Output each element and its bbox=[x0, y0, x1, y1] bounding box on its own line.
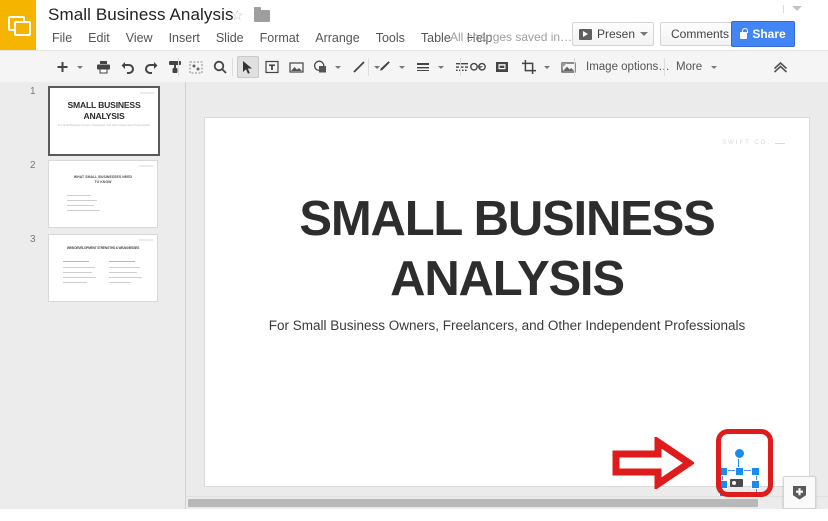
fill-color-dropdown[interactable] bbox=[399, 65, 405, 69]
toolbar-divider bbox=[232, 58, 233, 76]
thumb-title: WEB DEVELOPMENT STRENGTHS & WEAKNESSES bbox=[66, 246, 140, 250]
slide-watermark: SWIFT CO. bbox=[722, 140, 785, 146]
filmstrip-slide-2[interactable]: 2 WHAT SMALL BUSINESSES NEED TO KNOW bbox=[0, 160, 185, 232]
toolbar-divider bbox=[178, 58, 179, 76]
menu-format[interactable]: Format bbox=[252, 29, 308, 47]
more-dropdown[interactable] bbox=[711, 65, 718, 69]
new-slide-dropdown[interactable] bbox=[77, 65, 83, 69]
redo-button[interactable] bbox=[140, 56, 162, 78]
shape-button[interactable] bbox=[309, 56, 331, 78]
menu-view[interactable]: View bbox=[118, 29, 161, 47]
slide-thumbnail-1[interactable]: SMALL BUSINESS ANALYSIS For Small Busine… bbox=[48, 86, 160, 156]
print-button[interactable] bbox=[92, 56, 114, 78]
toolbar-group-insert bbox=[236, 51, 383, 83]
line-button[interactable] bbox=[348, 56, 370, 78]
menu-edit[interactable]: Edit bbox=[80, 29, 118, 47]
thumb-subtitle: For Small Business Owners, Freelancers, … bbox=[58, 124, 150, 127]
chevron-down-icon[interactable] bbox=[792, 6, 802, 11]
horizontal-scrollbar[interactable] bbox=[186, 496, 828, 509]
paint-format-button[interactable] bbox=[164, 56, 186, 78]
border-weight-button[interactable] bbox=[412, 56, 434, 78]
watermark-rule bbox=[775, 142, 785, 144]
menu-file[interactable]: File bbox=[48, 29, 80, 47]
menu-arrange[interactable]: Arrange bbox=[307, 29, 367, 47]
toolbar-divider bbox=[574, 58, 575, 76]
present-dropdown-button[interactable] bbox=[635, 22, 654, 46]
header-bar: Small Business Analysis ☆ File Edit View… bbox=[0, 0, 828, 50]
thumb-watermark bbox=[139, 239, 153, 241]
horizontal-scrollbar-thumb[interactable] bbox=[188, 499, 758, 507]
explore-button[interactable]: ✚ bbox=[783, 476, 816, 509]
undo-button[interactable] bbox=[116, 56, 138, 78]
thumb-title: WHAT SMALL BUSINESSES NEED TO KNOW bbox=[73, 175, 133, 184]
fill-color-button[interactable] bbox=[373, 56, 395, 78]
red-arrow-right-icon bbox=[612, 435, 696, 491]
insert-comment-button[interactable] bbox=[491, 56, 513, 78]
current-slide[interactable]: SWIFT CO. SMALL BUSINESS ANALYSIS For Sm… bbox=[205, 118, 809, 502]
slide-thumbnail-3[interactable]: WEB DEVELOPMENT STRENGTHS & WEAKNESSES bbox=[48, 234, 158, 302]
text-box-button[interactable] bbox=[261, 56, 283, 78]
slide-number: 1 bbox=[30, 86, 36, 97]
header-divider bbox=[783, 5, 784, 13]
present-play-icon bbox=[579, 28, 592, 40]
shape-dropdown[interactable] bbox=[335, 65, 341, 69]
toolbar-group-more: More bbox=[670, 51, 720, 83]
toolbar-group-view bbox=[184, 51, 232, 83]
share-button[interactable]: Share bbox=[731, 21, 795, 47]
select-tool-button[interactable] bbox=[237, 56, 259, 78]
toolbar-divider bbox=[664, 58, 665, 76]
image-options-button[interactable]: Image options… bbox=[580, 61, 676, 73]
vertical-scrollbar[interactable] bbox=[818, 82, 828, 502]
thumb-watermark bbox=[139, 165, 153, 167]
crop-dropdown[interactable] bbox=[544, 65, 550, 69]
slide-number: 2 bbox=[30, 160, 36, 171]
present-label: Present bbox=[597, 27, 639, 41]
google-slides-window: Small Business Analysis ☆ File Edit View… bbox=[0, 0, 828, 521]
red-rounded-rect-highlight bbox=[716, 429, 773, 497]
toolbar-group-edit bbox=[50, 51, 187, 83]
slide-title[interactable]: SMALL BUSINESS ANALYSIS bbox=[245, 190, 769, 310]
slides-logo-icon[interactable] bbox=[0, 0, 36, 50]
toolbar-divider bbox=[368, 58, 369, 76]
chevron-down-icon bbox=[640, 32, 648, 36]
crop-button[interactable] bbox=[518, 56, 540, 78]
toolbar-divider bbox=[460, 58, 461, 76]
comments-button[interactable]: Comments bbox=[660, 22, 741, 46]
slide-subtitle[interactable]: For Small Business Owners, Freelancers, … bbox=[245, 318, 769, 333]
menu-bar: File Edit View Insert Slide Format Arran… bbox=[48, 28, 501, 48]
explore-icon: ✚ bbox=[793, 485, 806, 500]
toolbar: Image options… More bbox=[0, 50, 828, 84]
menu-insert[interactable]: Insert bbox=[161, 29, 208, 47]
filmstrip-slide-3[interactable]: 3 WEB DEVELOPMENT STRENGTHS & WEAKNESSES bbox=[0, 234, 185, 306]
share-label: Share bbox=[752, 27, 786, 41]
thumb-title: SMALL BUSINESS ANALYSIS bbox=[67, 100, 141, 121]
filmstrip-slide-1[interactable]: 1 SMALL BUSINESS ANALYSIS For Small Busi… bbox=[0, 86, 185, 158]
insert-image-button[interactable] bbox=[285, 56, 307, 78]
new-slide-button[interactable] bbox=[51, 56, 73, 78]
lock-icon bbox=[740, 27, 748, 39]
document-title[interactable]: Small Business Analysis bbox=[48, 5, 234, 25]
menu-tools[interactable]: Tools bbox=[368, 29, 413, 47]
save-status-text: All changes saved in… bbox=[450, 30, 573, 44]
collapse-toolbar-button[interactable] bbox=[769, 56, 791, 78]
slide-thumbnail-2[interactable]: WHAT SMALL BUSINESSES NEED TO KNOW bbox=[48, 160, 158, 228]
toolbar-group-collapse bbox=[768, 51, 792, 83]
menu-slide[interactable]: Slide bbox=[208, 29, 252, 47]
insert-link-button[interactable] bbox=[467, 56, 489, 78]
zoom-button[interactable] bbox=[209, 56, 231, 78]
slides-logo-glyph bbox=[8, 16, 31, 36]
thumb-watermark bbox=[140, 92, 154, 94]
watermark-text: SWIFT CO. bbox=[722, 140, 771, 146]
toolbar-group-image bbox=[466, 51, 580, 83]
window-bottom-strip bbox=[0, 509, 828, 521]
star-outline-icon[interactable]: ☆ bbox=[231, 8, 244, 22]
folder-icon[interactable] bbox=[254, 7, 270, 22]
fit-to-window-button[interactable] bbox=[185, 56, 207, 78]
mask-image-button[interactable] bbox=[557, 56, 579, 78]
toolbar-group-options: Image options… bbox=[580, 51, 676, 83]
slide-filmstrip[interactable]: 1 SMALL BUSINESS ANALYSIS For Small Busi… bbox=[0, 82, 186, 521]
border-weight-dropdown[interactable] bbox=[438, 65, 444, 69]
more-button[interactable]: More bbox=[670, 61, 708, 73]
slide-number: 3 bbox=[30, 234, 36, 245]
